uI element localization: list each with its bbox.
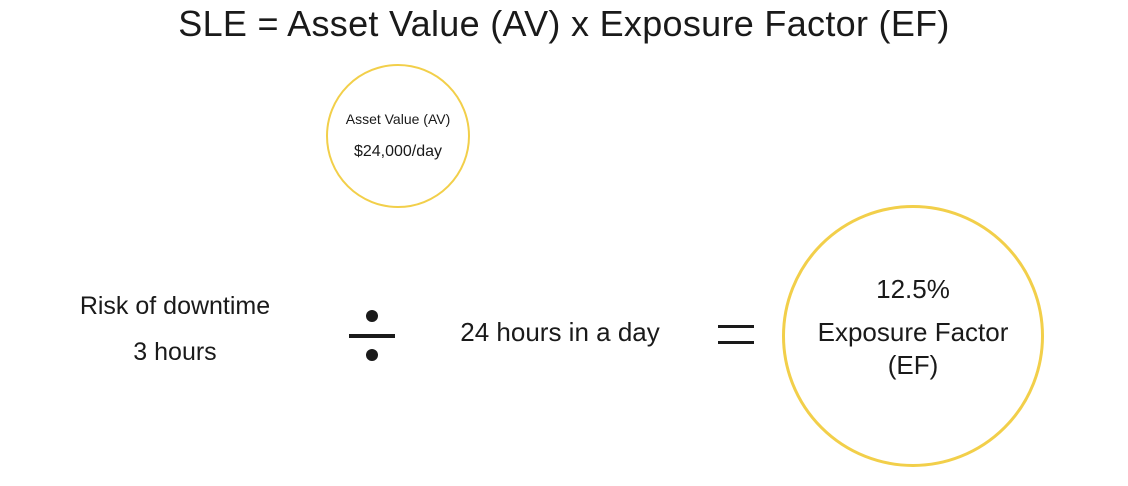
exposure-factor-percent: 12.5%	[876, 273, 950, 304]
asset-value-amount: $24,000/day	[353, 143, 443, 160]
equals-icon	[718, 325, 754, 344]
exposure-factor-label-text: Exposure Factor (EF)	[817, 316, 1009, 380]
hours-in-day: 24 hours in a day	[460, 317, 660, 347]
divide-icon	[349, 310, 395, 361]
exposure-factor-circle: 12.5% Exposure Factor (EF)	[782, 205, 1044, 467]
asset-value-label: Asset Value (AV)	[345, 111, 451, 127]
risk-of-downtime: Risk of downtime 3 hours	[50, 290, 300, 368]
exposure-factor-label: Exposure Factor (EF)	[803, 316, 1023, 382]
risk-label: Risk of downtime	[79, 292, 271, 320]
risk-value: 3 hours	[133, 338, 217, 366]
asset-value-circle: Asset Value (AV) $24,000/day	[326, 64, 470, 208]
formula-title: SLE = Asset Value (AV) x Exposure Factor…	[178, 3, 950, 44]
